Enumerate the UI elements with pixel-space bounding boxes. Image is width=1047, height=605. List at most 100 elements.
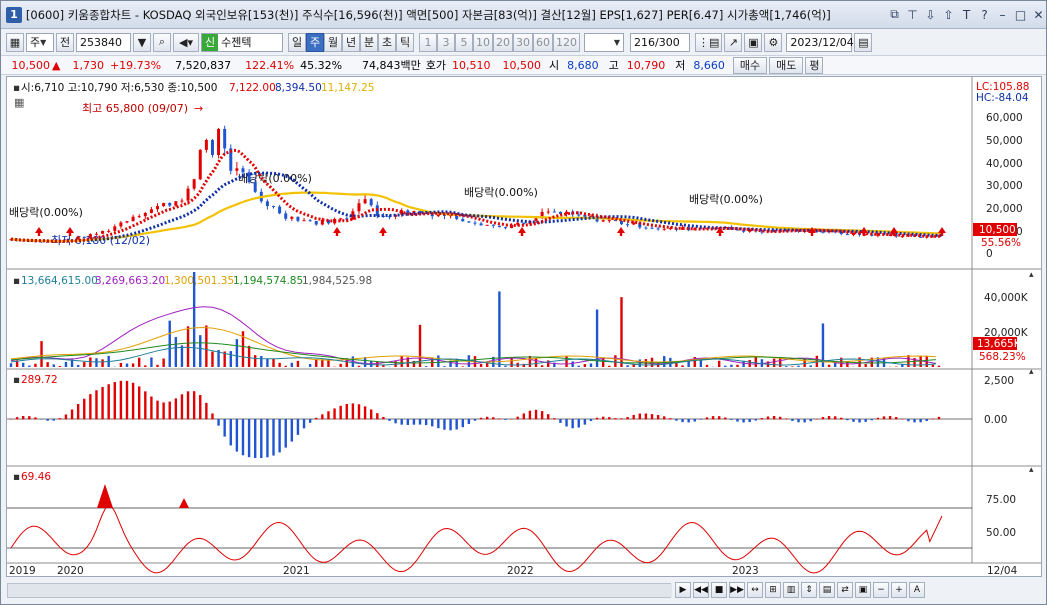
macd-bar — [394, 419, 397, 424]
grid-icon[interactable]: ▦ — [14, 96, 24, 109]
interval-5[interactable]: 5 — [455, 32, 473, 52]
upload-icon[interactable]: ⇧ — [941, 7, 956, 23]
step-forward-icon[interactable]: ▶▶ — [729, 582, 745, 598]
market-select[interactable]: 주 ▼ — [26, 32, 54, 52]
text-icon[interactable]: T — [959, 7, 974, 23]
candle-body — [662, 228, 666, 230]
compare-icon[interactable]: ⇄ — [837, 582, 853, 598]
pane-frames — [7, 77, 1041, 564]
macd-bar — [449, 419, 452, 431]
volume-bar — [64, 361, 68, 367]
stock-chart[interactable]: ▪ 시:6,710 고:10,790 저:6,530 종:10,500 7,12… — [7, 77, 1041, 577]
step-back-icon[interactable]: ◀◀ — [693, 582, 709, 598]
code-dropdown-icon[interactable]: ▼ — [133, 32, 151, 52]
text-size-icon[interactable]: A — [909, 582, 925, 598]
pin-icon[interactable]: ⊤ — [905, 7, 920, 23]
macd-bar — [632, 414, 635, 420]
interval-120[interactable]: 120 — [553, 32, 580, 52]
volume-ratio-label: 568.23% — [979, 351, 1026, 363]
maximize-icon[interactable]: □ — [1013, 7, 1028, 23]
sell-button[interactable]: 매도 — [769, 56, 804, 74]
candle-body — [363, 199, 367, 204]
play-icon[interactable]: ▶ — [675, 582, 691, 598]
calendar-icon[interactable]: ▤ — [854, 32, 873, 52]
save-icon[interactable]: ▣ — [744, 32, 763, 52]
period-second[interactable]: 초 — [378, 32, 396, 52]
download-icon[interactable]: ⇩ — [923, 7, 938, 23]
interval-3[interactable]: 3 — [437, 32, 455, 52]
macd-bar — [174, 398, 178, 420]
volume-bar — [9, 363, 13, 367]
macd-bar — [559, 419, 562, 423]
volume-bar — [174, 337, 178, 367]
interval-20[interactable]: 20 — [493, 32, 513, 52]
custom-interval-select[interactable]: ▼ — [584, 32, 624, 52]
macd-y-label-2500: 2,500 — [984, 375, 1014, 387]
macd-bar — [278, 419, 281, 453]
volume-bar — [363, 357, 367, 367]
period-day[interactable]: 일 — [288, 32, 306, 52]
buy-button[interactable]: 매수 — [732, 56, 768, 74]
period-week[interactable]: 주 — [306, 32, 324, 52]
candle-body — [272, 206, 276, 208]
stop-icon[interactable]: ■ — [711, 582, 727, 598]
macd-bar — [766, 416, 770, 420]
period-tick[interactable]: 틱 — [396, 32, 414, 52]
pane-controls[interactable]: ▴ ▴ ▴ — [1029, 270, 1034, 475]
settings-icon[interactable]: ⚙ — [764, 32, 783, 52]
macd-bar — [577, 419, 580, 428]
interval-10[interactable]: 10 — [473, 32, 493, 52]
plus-icon[interactable]: + — [891, 582, 907, 598]
macd-bar — [253, 419, 257, 458]
candle-body — [845, 233, 849, 236]
macd-bar — [516, 416, 519, 420]
stock-name-field[interactable]: 신 수젠텍 — [201, 32, 283, 52]
code-input[interactable]: 253840 — [76, 32, 131, 52]
link-icon[interactable]: ⧉ — [887, 7, 902, 23]
all-button[interactable]: 전 — [56, 32, 74, 52]
chart-type-icon[interactable]: ▥ — [783, 582, 799, 598]
draw-icon[interactable]: ↗ — [724, 32, 743, 52]
view-icon[interactable]: ▣ — [855, 582, 871, 598]
macd-bar — [540, 411, 544, 420]
sound-icon[interactable]: ◀▾ — [173, 32, 199, 52]
search-icon[interactable]: ⌕ — [153, 32, 171, 52]
candle-body — [223, 128, 227, 149]
layout-icon[interactable]: ▦ — [6, 32, 24, 52]
candle-body — [290, 216, 294, 219]
volume-bar — [76, 364, 80, 367]
volume-bar — [284, 365, 287, 367]
window-number[interactable]: 1 — [6, 6, 22, 23]
macd-bar — [931, 418, 935, 420]
volume-bar — [791, 366, 794, 367]
macd-bar — [852, 419, 855, 422]
macd-bar — [882, 416, 886, 420]
minimize-icon[interactable]: – — [995, 7, 1010, 23]
date-field[interactable]: 2023/12/04 — [786, 32, 854, 52]
interval-60[interactable]: 60 — [533, 32, 553, 52]
avg-button[interactable]: 평 — [805, 56, 824, 74]
minus-icon[interactable]: − — [873, 582, 889, 598]
chart-area[interactable]: ▪ 시:6,710 고:10,790 저:6,530 종:10,500 7,12… — [6, 76, 1042, 577]
grid-toggle-icon[interactable]: ▤ — [819, 582, 835, 598]
period-year[interactable]: 년 — [342, 32, 360, 52]
zoom-in-icon[interactable]: ↔ — [747, 582, 763, 598]
interval-1[interactable]: 1 — [419, 32, 437, 52]
period-minute[interactable]: 분 — [360, 32, 378, 52]
scale-icon[interactable]: ⇕ — [801, 582, 817, 598]
close-icon[interactable]: ✕ — [1031, 7, 1046, 23]
scroll-thumb[interactable] — [8, 584, 672, 597]
indicator-icon[interactable]: ⋮▤ — [695, 32, 723, 52]
volume-bar — [144, 365, 147, 367]
macd-bar — [656, 415, 660, 420]
period-month[interactable]: 월 — [324, 32, 342, 52]
interval-30[interactable]: 30 — [513, 32, 533, 52]
count-field[interactable]: 216/300 — [630, 32, 690, 52]
volume-bar — [705, 364, 709, 367]
macd-bar — [388, 419, 391, 421]
candle-body — [253, 182, 257, 192]
help-icon[interactable]: ? — [977, 7, 992, 23]
zoom-fit-icon[interactable]: ⊞ — [765, 582, 781, 598]
volume-bar — [186, 326, 190, 367]
chart-scrollbar[interactable] — [7, 583, 672, 598]
